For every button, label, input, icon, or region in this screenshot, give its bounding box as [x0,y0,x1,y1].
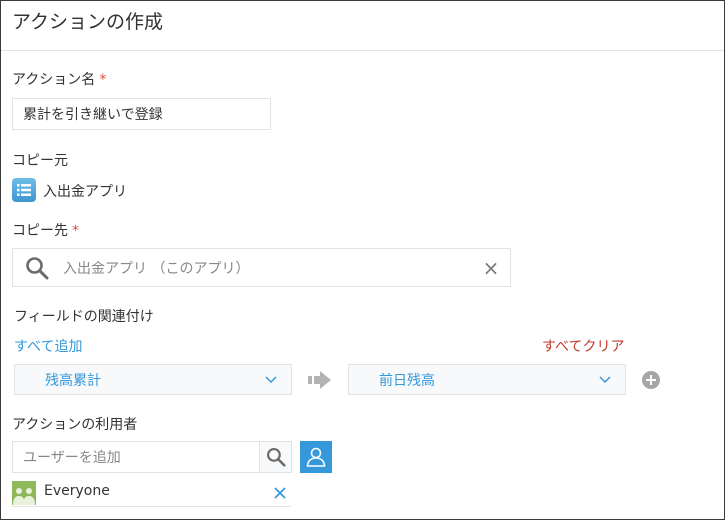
dest-field-value: 前日残高 [379,372,435,389]
search-icon [26,256,49,279]
required-mark: * [99,72,107,88]
action-name-value: 累計を引き継いで登録 [23,107,163,123]
copy-destination-label: コピー先 * [12,220,79,240]
page-title: アクションの作成 [12,11,164,33]
group-icon [12,481,36,505]
action-users-label: アクションの利用者 [12,417,138,433]
user-search-button[interactable] [259,441,292,473]
chevron-down-icon [585,375,625,384]
copy-destination-placeholder: 入出金アプリ （このアプリ） [63,260,250,277]
list-app-icon [12,178,36,202]
user-entry-name: Everyone [44,483,110,499]
user-add-placeholder: ユーザーを追加 [23,450,121,466]
copy-destination-label-text: コピー先 [12,223,68,239]
source-field-value: 残高累計 [45,372,101,389]
action-name-label: アクション名 * [12,69,106,89]
clear-all-link[interactable]: すべてクリア [542,336,624,356]
user-add-input[interactable]: ユーザーを追加 [12,441,260,473]
field-mapping-label: フィールドの関連付け [14,309,154,325]
copy-source-app-name: 入出金アプリ [43,184,127,200]
source-field-select[interactable]: 残高累計 [14,364,292,395]
add-all-link[interactable]: すべて追加 [14,336,82,356]
remove-user-icon[interactable] [274,487,286,499]
user-entry-row: Everyone [12,481,291,507]
copy-source-label: コピー元 [12,153,68,169]
copy-destination-search[interactable]: 入出金アプリ （このアプリ） × [12,248,511,287]
user-picker-button[interactable] [300,441,332,473]
action-dialog: アクションの作成 アクション名 * 累計を引き継いで登録 コピー元 入出金アプリ … [0,0,725,520]
dest-field-select[interactable]: 前日残高 [348,364,626,395]
search-icon [266,448,286,467]
chevron-down-icon [251,375,291,384]
clear-icon[interactable]: × [472,256,510,280]
title-divider [1,50,724,51]
action-name-label-text: アクション名 [12,72,96,88]
add-row-icon[interactable] [642,371,660,389]
user-icon [306,447,326,467]
required-mark: * [72,223,79,239]
action-name-input[interactable]: 累計を引き継いで登録 [12,98,271,130]
arrow-right-icon [308,371,331,389]
